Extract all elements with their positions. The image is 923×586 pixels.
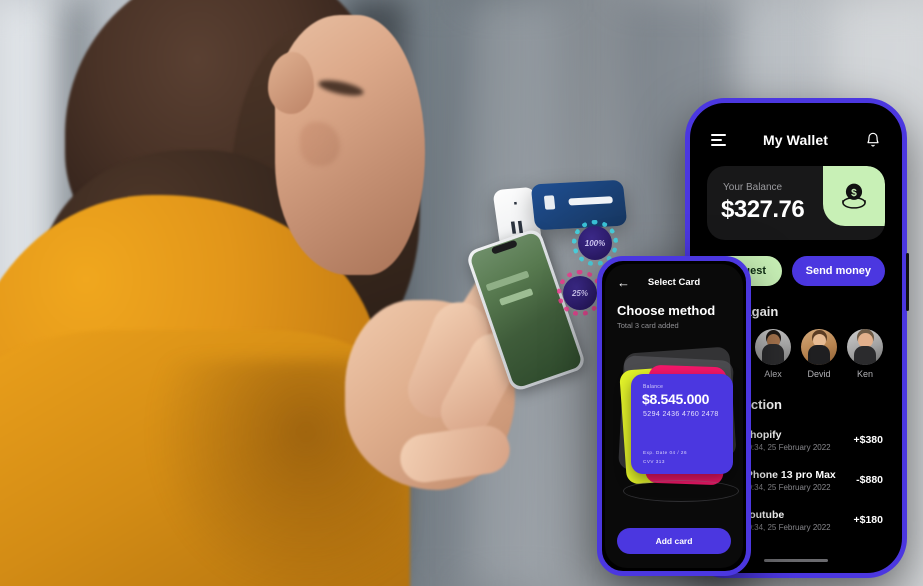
floating-message-mockup — [530, 179, 628, 231]
transaction-date: 10:34, 25 February 2022 — [743, 442, 831, 452]
transaction-amount: -$880 — [856, 474, 883, 486]
person-nose — [300, 122, 340, 166]
transaction-name: Shopify — [743, 428, 782, 441]
hamburger-icon[interactable] — [711, 134, 726, 146]
contact-name: Devid — [807, 369, 831, 379]
balance-amount: $327.76 — [721, 196, 805, 223]
progress-badge-25: 25% — [557, 270, 603, 316]
chat-icon: ▪ — [512, 198, 519, 210]
select-card-topbar: ← Select Card — [605, 264, 743, 289]
message-avatar — [543, 195, 556, 210]
avatar — [801, 329, 837, 365]
add-card-button[interactable]: Add card — [617, 528, 731, 554]
home-indicator — [764, 559, 828, 562]
person-ear — [268, 52, 314, 114]
card-balance-label: Balance — [643, 384, 664, 390]
card-count-subtitle: Total 3 card added — [617, 321, 679, 330]
contact-devid[interactable]: Devid — [801, 329, 837, 379]
contact-ken[interactable]: Ken — [847, 329, 883, 379]
card-stack-shadow — [623, 480, 739, 502]
card-stack[interactable]: Balance $8.545.000 5294 2436 4760 2478 E… — [605, 346, 743, 513]
transaction-amount: +$380 — [853, 434, 884, 446]
card-expiry: Exp. Date 04 / 26 — [643, 450, 687, 455]
arrow-left-icon[interactable]: ← — [617, 276, 630, 289]
progress-badge-100: 100% — [572, 220, 618, 266]
page-title: My Wallet — [763, 132, 828, 148]
contact-name: Alex — [764, 369, 782, 379]
send-money-button[interactable]: Send money — [791, 256, 885, 286]
choose-method-heading: Choose method — [617, 303, 716, 318]
transaction-date: 10:34, 25 February 2022 — [743, 482, 831, 492]
transaction-amount: +$180 — [853, 514, 884, 526]
card-cvv: CVV 313 — [643, 459, 665, 464]
dollar-coin-icon: $ — [823, 166, 885, 226]
svg-text:$: $ — [851, 188, 857, 199]
transaction-date: 10:34, 25 February 2022 — [743, 522, 831, 532]
avatar — [847, 329, 883, 365]
selected-card[interactable]: Balance $8.545.000 5294 2436 4760 2478 E… — [631, 374, 733, 474]
card-balance-amount: $8.545.000 — [642, 391, 710, 407]
balance-card: Your Balance $327.76 + $ — [707, 166, 885, 240]
transaction-name: Youtube — [743, 508, 785, 521]
bell-icon[interactable] — [865, 132, 881, 148]
message-text-bar — [568, 196, 613, 206]
background-strip — [410, 0, 470, 586]
select-card-phone-mockup: ← Select Card Choose method Total 3 card… — [597, 256, 751, 576]
card-number: 5294 2436 4760 2478 — [643, 411, 719, 418]
avatar — [755, 329, 791, 365]
balance-label: Your Balance — [723, 182, 783, 193]
select-card-screen: ← Select Card Choose method Total 3 card… — [605, 264, 743, 568]
transaction-name: iPhone 13 pro Max — [743, 468, 836, 481]
wallet-topbar: My Wallet — [693, 106, 899, 160]
contact-alex[interactable]: Alex — [755, 329, 791, 379]
contact-name: Ken — [856, 369, 873, 379]
phone-side-button — [906, 253, 909, 311]
